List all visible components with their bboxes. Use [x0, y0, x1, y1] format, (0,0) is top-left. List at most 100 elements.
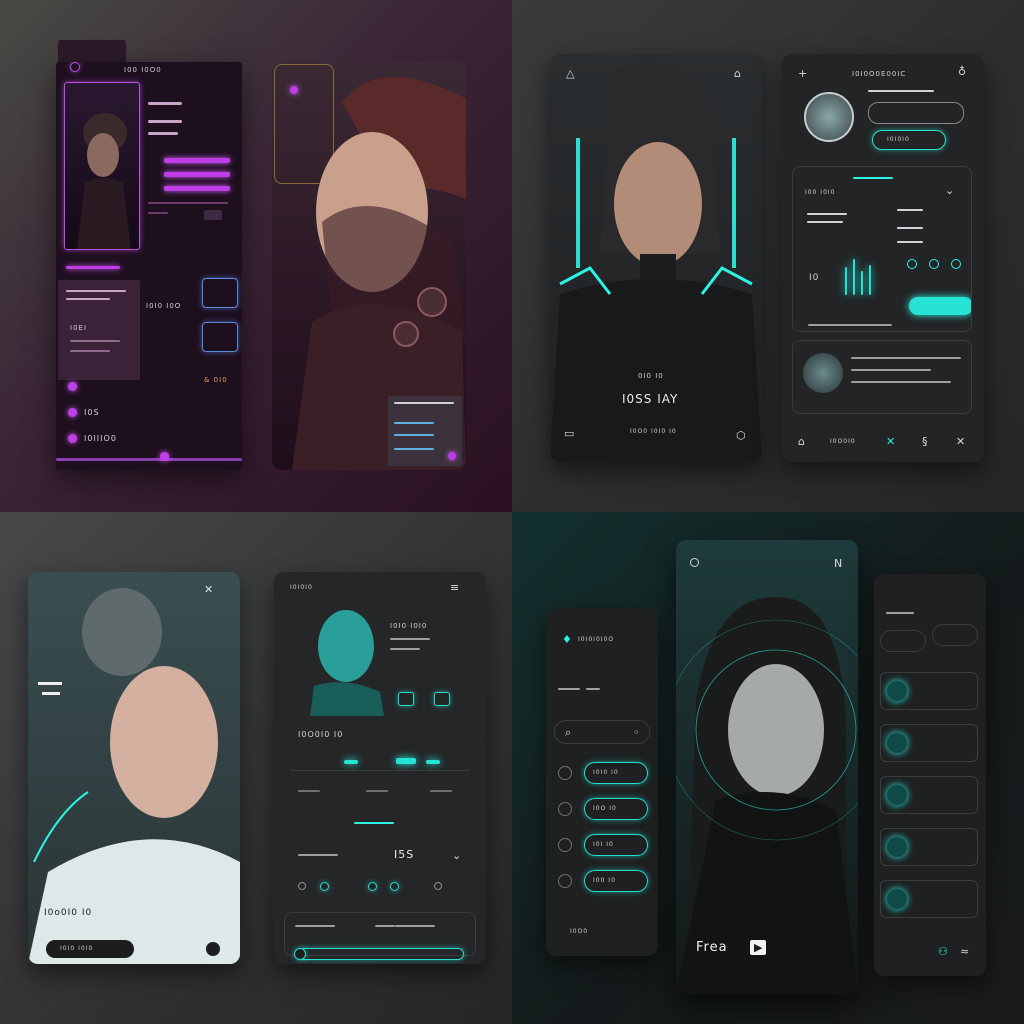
- bullet-1[interactable]: [558, 766, 572, 780]
- action-button[interactable]: [909, 297, 971, 315]
- shield-icon[interactable]: ⬡: [736, 430, 746, 441]
- contact-row-2[interactable]: [880, 724, 978, 762]
- filter-icon: ◦: [633, 726, 640, 739]
- contact-line: [851, 369, 931, 371]
- user-icon[interactable]: ⚇: [938, 946, 948, 957]
- stat-line: [897, 241, 923, 243]
- list-chip-2[interactable]: I0O I0: [584, 798, 648, 820]
- bullet-4[interactable]: [558, 874, 572, 888]
- accent-bar: [66, 266, 120, 269]
- close-icon[interactable]: ✕: [886, 436, 895, 447]
- tab-chip-2[interactable]: [932, 624, 978, 646]
- cta-button[interactable]: I0I0 I0I0: [46, 940, 134, 958]
- player-dot-5[interactable]: [434, 882, 442, 890]
- tab-chip-1[interactable]: [880, 630, 926, 652]
- contact-row-3[interactable]: [880, 776, 978, 814]
- bullet-2[interactable]: [558, 802, 572, 816]
- bottom-item[interactable]: I0O0I0: [830, 438, 856, 445]
- contact-row-4[interactable]: [880, 828, 978, 866]
- profile-button[interactable]: I0I0I0: [872, 130, 946, 150]
- slider-track[interactable]: [298, 948, 464, 960]
- contact-line: [851, 357, 961, 359]
- sub-line: [586, 688, 600, 690]
- signal-bar: [396, 758, 416, 764]
- card-dot: [448, 452, 456, 460]
- player-dot-1[interactable]: [298, 882, 306, 890]
- play-icon[interactable]: [206, 942, 220, 956]
- toggle-dot[interactable]: [951, 259, 961, 269]
- slider-thumb[interactable]: [294, 948, 306, 960]
- player-dot-4[interactable]: [390, 882, 399, 891]
- toggle-dot[interactable]: [907, 259, 917, 269]
- contact-avatar: [887, 889, 907, 909]
- menu-icon[interactable]: ≡: [450, 582, 459, 593]
- profile-line-1: [868, 90, 934, 92]
- search-field[interactable]: ⌕ ◦: [554, 720, 650, 744]
- contact-avatar[interactable]: [803, 353, 843, 393]
- section-divider: [808, 324, 892, 326]
- progress-bar-3: [164, 186, 230, 191]
- contact-row-5[interactable]: [880, 880, 978, 918]
- note-text: & 0I0: [204, 376, 228, 384]
- chevron-icon[interactable]: ⌄: [452, 850, 461, 861]
- line-3: [148, 132, 178, 135]
- line-4: [148, 202, 228, 204]
- menu-item-1[interactable]: I0S: [84, 408, 100, 417]
- tab-line[interactable]: [366, 790, 388, 792]
- home-nav-icon[interactable]: ⌂: [798, 436, 805, 447]
- control-chip-2[interactable]: [202, 322, 238, 352]
- menu-dot-2[interactable]: [68, 408, 77, 417]
- info-line: [394, 434, 434, 436]
- spark-bar: [845, 267, 847, 295]
- contact-avatar: [887, 785, 907, 805]
- footer-line: [56, 458, 242, 461]
- control-chip-1[interactable]: [202, 278, 238, 308]
- bullet-3[interactable]: [558, 838, 572, 852]
- progress-bar-1: [164, 158, 230, 163]
- chevron-down-icon[interactable]: ⌄: [945, 185, 954, 196]
- player-dot-3[interactable]: [368, 882, 377, 891]
- list-chip-1[interactable]: I0I0 I0: [584, 762, 648, 784]
- pin-icon[interactable]: ♦: [562, 634, 572, 645]
- icon-chip-1[interactable]: [398, 692, 414, 706]
- menu-dot-1[interactable]: [68, 382, 77, 391]
- hero-portrait: [28, 588, 240, 964]
- list-chip-4[interactable]: I00 I0: [584, 870, 648, 892]
- toggle-dot[interactable]: [929, 259, 939, 269]
- play-icon[interactable]: ▶: [750, 940, 767, 955]
- menu-item-2[interactable]: I0IIIO0: [84, 434, 117, 443]
- info-line: [66, 298, 110, 300]
- divider: [290, 770, 470, 771]
- info-line: [70, 350, 110, 352]
- avatar[interactable]: [804, 92, 854, 142]
- settings-icon[interactable]: §: [922, 436, 928, 447]
- list-chip-3[interactable]: I0I I0: [584, 834, 648, 856]
- box-icon[interactable]: ▭: [564, 428, 574, 439]
- plus-icon[interactable]: +: [798, 68, 807, 79]
- contact-avatar: [887, 681, 907, 701]
- line-2: [148, 120, 182, 123]
- quadrant-cyan-profile: △ ⌂ 0I0 I0 I0SS IAY I0O0 I0I0 I0 ▭ ⬡ + I…: [512, 0, 1024, 512]
- hero-card: △ ⌂ 0I0 I0 I0SS IAY I0O0 I0I0 I0 ▭ ⬡: [550, 54, 762, 462]
- menu-dot-3[interactable]: [68, 434, 77, 443]
- name-label: I0o0I0 I0: [44, 908, 93, 918]
- icon-chip-2[interactable]: [434, 692, 450, 706]
- footer-line: [375, 925, 395, 927]
- x-icon[interactable]: ✕: [956, 436, 965, 447]
- stat-line: [897, 209, 923, 211]
- chip-label: I0I I0: [593, 841, 614, 848]
- side-label: I0I0 I0O: [146, 302, 182, 310]
- wave-icon[interactable]: ≈: [960, 946, 969, 957]
- footer-dot: [160, 452, 169, 461]
- big-value: I5S: [394, 848, 415, 861]
- power-icon[interactable]: [70, 62, 80, 72]
- footer-label: I0O0: [570, 928, 589, 935]
- sub-line: [558, 688, 580, 690]
- player-dot-2[interactable]: [320, 882, 329, 891]
- bell-icon[interactable]: ♁: [958, 66, 966, 77]
- info-line: [394, 402, 454, 404]
- stat-line: [807, 213, 847, 215]
- tab-line[interactable]: [298, 790, 320, 792]
- contact-row-1[interactable]: [880, 672, 978, 710]
- tab-line[interactable]: [430, 790, 452, 792]
